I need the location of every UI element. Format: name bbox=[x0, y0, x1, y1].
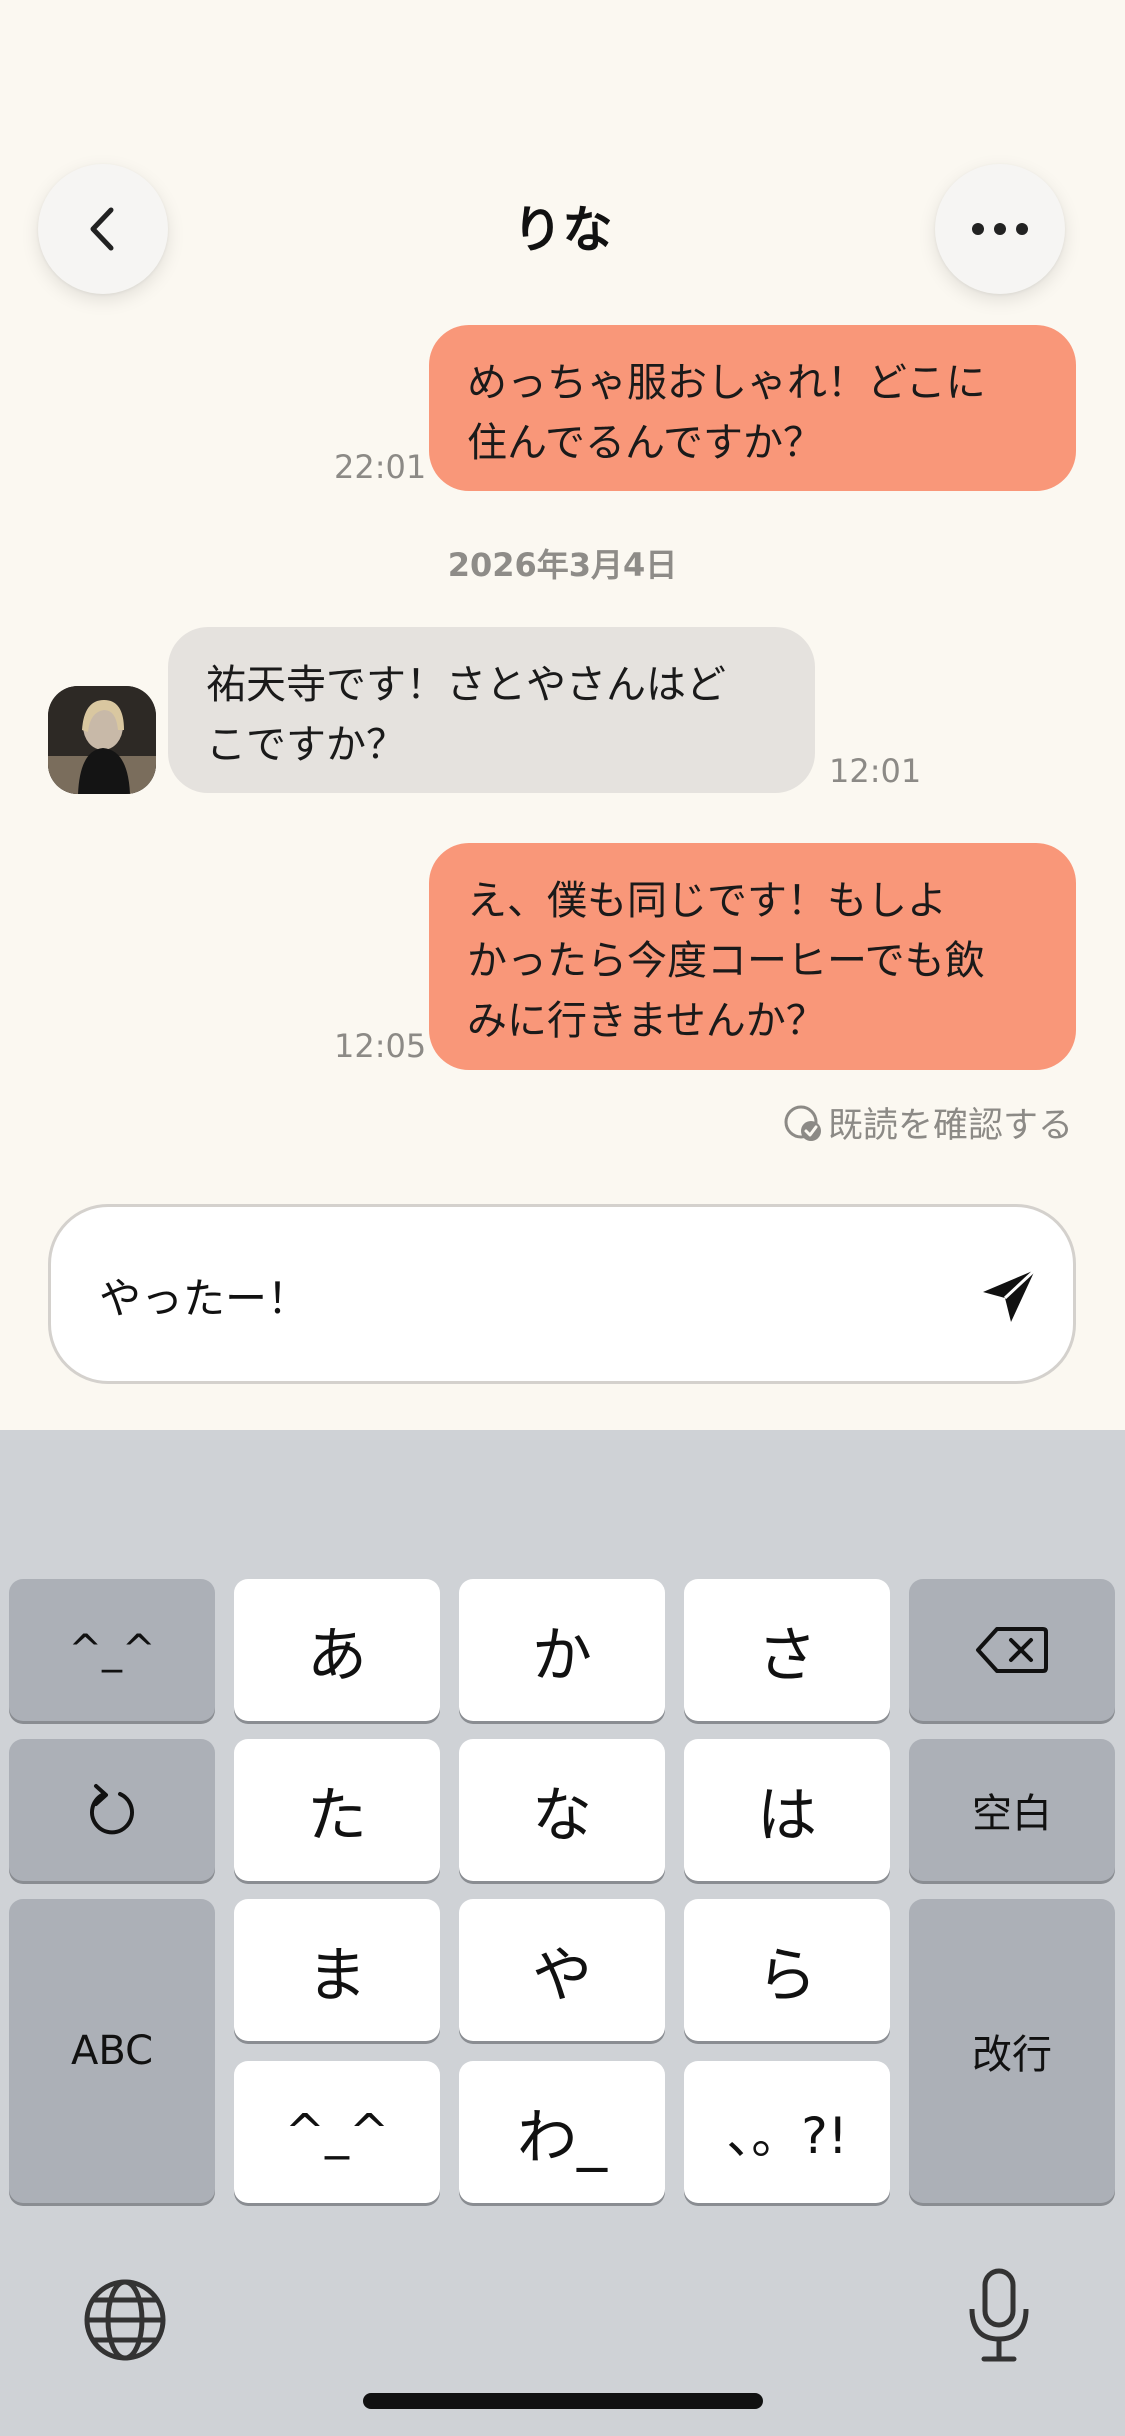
avatar[interactable] bbox=[48, 686, 156, 794]
message-input[interactable]: やったー！ bbox=[48, 1204, 1076, 1384]
key-emoji[interactable]: ^_^ bbox=[9, 1579, 215, 1721]
key-kaomoji[interactable]: ^_^ bbox=[234, 2061, 440, 2203]
dictation-button[interactable] bbox=[966, 2265, 1032, 2369]
message-time: 12:01 bbox=[829, 752, 922, 790]
home-indicator bbox=[363, 2393, 763, 2409]
send-button[interactable] bbox=[964, 1251, 1054, 1341]
key-ma[interactable]: ま bbox=[234, 1899, 440, 2041]
date-separator: 2026年3月4日 bbox=[447, 546, 678, 584]
globe-button[interactable] bbox=[80, 2275, 170, 2369]
key-ra[interactable]: ら bbox=[684, 1899, 890, 2041]
key-abc[interactable]: ABC bbox=[9, 1899, 215, 2203]
key-sa[interactable]: さ bbox=[684, 1579, 890, 1721]
key-backspace[interactable] bbox=[909, 1579, 1115, 1721]
read-check-icon bbox=[784, 1105, 821, 1141]
message-input-value: やったー！ bbox=[99, 1274, 310, 1323]
message-bubble-outgoing[interactable]: めっちゃ服おしゃれ！どこに 住んでるんですか？ bbox=[429, 325, 1076, 491]
key-ta[interactable]: た bbox=[234, 1739, 440, 1881]
key-undo[interactable] bbox=[9, 1739, 215, 1881]
backspace-icon bbox=[976, 1627, 1048, 1673]
globe-icon bbox=[84, 2279, 166, 2361]
more-options-button[interactable] bbox=[935, 164, 1065, 294]
key-space[interactable]: 空白 bbox=[909, 1739, 1115, 1881]
key-punctuation[interactable]: 、。?! bbox=[684, 2061, 890, 2203]
message-time: 22:01 bbox=[334, 448, 427, 486]
key-na[interactable]: な bbox=[459, 1739, 665, 1881]
key-enter[interactable]: 改行 bbox=[909, 1899, 1115, 2203]
key-wa[interactable]: わ_ bbox=[459, 2061, 665, 2203]
message-bubble-incoming[interactable]: 祐天寺です！さとやさんはど こですか？ bbox=[168, 627, 815, 793]
microphone-icon bbox=[969, 2268, 1029, 2362]
keyboard: ^_^ あ か さ た な は 空白 ABC ま や ら 改行 ^_^ わ_ 、… bbox=[0, 1430, 1125, 2436]
send-icon bbox=[983, 1268, 1037, 1322]
key-ya[interactable]: や bbox=[459, 1899, 665, 2041]
read-status-label: 既読を確認する bbox=[828, 1106, 1074, 1146]
read-status-link[interactable]: 既読を確認する bbox=[782, 1097, 1073, 1148]
key-a[interactable]: あ bbox=[234, 1579, 440, 1721]
more-horizontal-icon bbox=[972, 223, 1028, 235]
undo-icon bbox=[90, 1784, 134, 1835]
key-ha[interactable]: は bbox=[684, 1739, 890, 1881]
key-ka[interactable]: か bbox=[459, 1579, 665, 1721]
message-bubble-outgoing[interactable]: え、僕も同じです！もしよ かったら今度コーヒーでも飲 みに行きませんか？ bbox=[429, 843, 1076, 1070]
message-time: 12:05 bbox=[334, 1027, 427, 1065]
avatar-photo bbox=[48, 686, 156, 794]
